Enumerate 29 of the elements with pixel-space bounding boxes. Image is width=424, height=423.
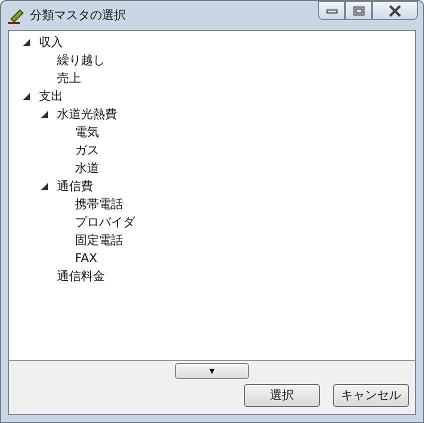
tree-item[interactable]: 携帯電話 [71,196,123,212]
pencil-icon [7,8,25,24]
tree-item[interactable]: 水道 [71,160,99,176]
tree-item[interactable]: FAX [71,251,98,265]
expanded-icon[interactable] [40,182,48,190]
close-icon [388,4,402,16]
tree-item[interactable]: プロバイダ [71,214,135,230]
select-button[interactable]: 選択 [244,384,320,407]
expand-button[interactable]: ▼ [175,363,249,379]
tree-item[interactable]: 繰り越し [53,52,105,68]
tree-item[interactable]: 売上 [53,70,81,86]
tree-item[interactable]: ガス [71,142,99,158]
window-title: 分類マスタの選択 [30,7,126,24]
maximize-button[interactable] [345,1,372,20]
tree-item[interactable]: 支出 [35,88,63,104]
tree-item[interactable]: 水道光熱費 [53,106,117,122]
minimize-button[interactable] [318,1,345,20]
minimize-icon [326,6,338,14]
expanded-icon[interactable] [40,110,48,118]
tree-item[interactable]: 通信料金 [53,268,105,284]
cancel-button[interactable]: キャンセル [333,384,409,407]
tree-item[interactable]: 通信費 [53,178,93,194]
tree-item[interactable]: 電気 [71,124,99,140]
tree-item[interactable]: 収入 [35,34,63,50]
expanded-icon[interactable] [22,38,30,46]
tree-item[interactable]: 固定電話 [71,232,123,248]
maximize-icon [352,6,364,16]
close-button[interactable] [372,1,418,20]
expanded-icon[interactable] [22,92,30,100]
